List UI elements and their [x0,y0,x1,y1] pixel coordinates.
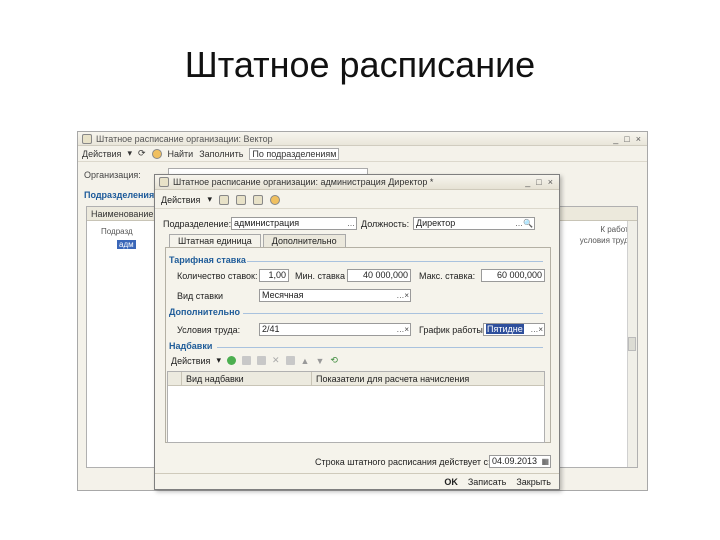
select-icon[interactable]: …× [530,324,543,335]
bonus-actions-button[interactable]: Действия [171,356,210,366]
select-icon[interactable]: …× [396,324,409,335]
min-rate-field[interactable]: 40 000,000 [347,269,411,282]
bonus-grid: Вид надбавки Показатели для расчета начи… [167,371,545,443]
search-icon[interactable]: …🔍 [515,218,533,229]
date-value: 04.09.2013 [492,456,538,466]
tab-staff-unit[interactable]: Штатная единица [169,234,261,247]
select-icon[interactable]: … [347,218,355,229]
grid-header: Вид надбавки Показатели для расчета начи… [168,372,544,386]
minimize-icon[interactable]: _ [613,134,618,144]
table-icon[interactable] [235,194,246,205]
window-icon [82,133,92,144]
date-label: Строка штатного расписания действует с: [315,457,491,467]
conditions-field[interactable]: 2/41 …× [259,323,411,336]
rate-kind-field[interactable]: Месячная …× [259,289,411,302]
dropdown-icon[interactable]: ▾ [216,355,221,366]
dropdown-icon[interactable]: ▾ [127,148,132,159]
dialog-toolbar: Действия ▾ [155,191,559,209]
max-rate-label: Макс. ставка: [419,271,476,281]
maximize-icon[interactable]: □ [536,177,541,187]
position-value: Директор [416,218,456,228]
actions-button[interactable]: Действия [161,195,200,205]
write-button[interactable]: Записать [468,477,506,487]
help-icon[interactable] [269,194,280,205]
min-rate-label: Мин. ставка [295,271,345,281]
tab-bar: Штатная единица Дополнительно [169,234,346,247]
grid-col-indicators: Показатели для расчета начисления [316,374,470,384]
dialog-titlebar: Штатное расписание организации: админист… [155,175,559,190]
position-field[interactable]: Директор …🔍 [413,217,535,230]
bg-filter-button[interactable]: По подразделениям [249,147,340,160]
dialog-title: Штатное расписание организации: админист… [173,177,434,187]
slide-title: Штатное расписание [184,44,536,85]
bg-window-title: Штатное расписание организации: Вектор [96,133,273,144]
maximize-icon[interactable]: □ [624,134,629,144]
bg-subdiv-label: Подразделения [84,190,155,200]
schedule-label: График работы: [419,325,486,335]
rate-kind-value: Месячная [262,290,304,300]
tree-item[interactable]: Подразд [101,227,133,236]
refresh-icon[interactable]: ⟲ [330,355,338,366]
bonus-toolbar: Действия ▾ ✕ ▲ ▼ ⟲ [171,355,338,366]
schedule-field[interactable]: Пятидне …× [483,323,545,336]
find-icon[interactable] [151,148,162,159]
max-rate-field[interactable]: 60 000,000 [481,269,545,282]
bonus-section-title: Надбавки [169,341,213,351]
subdivision-value: администрация [234,218,300,228]
extra-section-title: Дополнительно [169,307,241,317]
section-divider [217,347,543,348]
tree-item-selected[interactable]: адм [117,240,136,249]
select-icon[interactable]: …× [396,290,409,301]
refresh-icon[interactable]: ⟳ [138,148,146,159]
rate-kind-label: Вид ставки [177,291,224,301]
close-button[interactable]: Закрыть [516,477,551,487]
tab-additional[interactable]: Дополнительно [262,234,346,247]
window-icon [159,177,169,187]
add-icon[interactable] [226,356,236,365]
close-icon[interactable]: × [636,134,641,144]
edit-icon[interactable] [256,356,266,365]
ok-button[interactable]: OK [444,477,458,487]
bg-right-col: условия труда [579,236,633,245]
grid-col-bonus-kind: Вид надбавки [182,372,312,385]
move-up-icon[interactable]: ▲ [301,356,310,366]
subdivision-label: Подразделение: [163,219,232,229]
position-label: Должность: [361,219,410,229]
bg-actions-button[interactable]: Действия [82,149,121,159]
bg-org-label: Организация: [84,170,141,180]
minimize-icon[interactable]: _ [525,177,530,187]
conditions-label: Условия труда: [177,325,241,335]
table-icon[interactable] [285,356,295,365]
schedule-value: Пятидне [486,324,524,334]
tariff-section-title: Тарифная ставка [169,255,246,265]
calendar-icon[interactable]: ▦ [541,456,549,467]
conditions-value: 2/41 [262,324,280,334]
document-icon[interactable] [252,194,263,205]
qty-label: Количество ставок: [177,271,258,281]
window-controls: _ □ × [525,177,559,187]
copy-icon[interactable] [241,356,251,365]
date-field[interactable]: 04.09.2013 ▦ [489,455,551,468]
window-controls: _ □ × [613,134,647,144]
bg-fill-button[interactable]: Заполнить [199,149,243,159]
dialog-footer: OK Записать Закрыть [155,473,559,489]
scrollbar-thumb[interactable] [628,337,636,351]
bg-toolbar: Действия ▾ ⟳ Найти Заполнить По подразде… [78,146,647,162]
section-divider [243,313,543,314]
close-icon[interactable]: × [548,177,553,187]
subdivision-field[interactable]: администрация … [231,217,357,230]
section-divider [247,261,543,262]
grid-marker-col [168,372,182,385]
bg-titlebar: Штатное расписание организации: Вектор _… [78,132,647,146]
bg-find-button[interactable]: Найти [168,149,194,159]
move-down-icon[interactable]: ▼ [315,356,324,366]
delete-icon[interactable]: ✕ [272,355,280,366]
save-icon[interactable] [218,194,229,205]
staff-dialog: Штатное расписание организации: админист… [154,174,560,490]
qty-field[interactable]: 1,00 [259,269,289,282]
dropdown-icon[interactable]: ▾ [207,194,212,205]
